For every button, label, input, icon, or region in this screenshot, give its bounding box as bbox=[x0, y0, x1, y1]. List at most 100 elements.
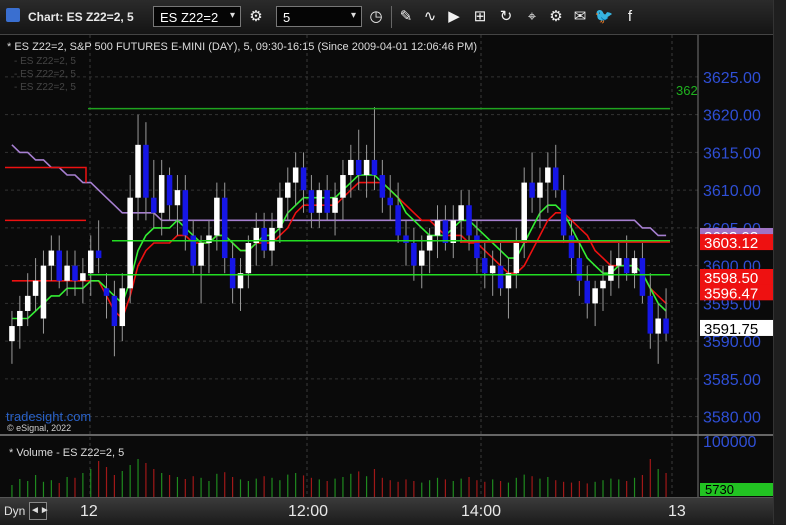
title-bar: Chart: ES Z22=2, 5 ES Z22=2 ▾ ⚙ 5 ▾ ◷ ✎ … bbox=[0, 0, 786, 35]
candle-body bbox=[497, 265, 504, 289]
comment-icon[interactable]: ✉ bbox=[570, 7, 590, 27]
candle-body bbox=[206, 235, 212, 243]
candle-body bbox=[537, 182, 543, 198]
volume-last-value: 5730 bbox=[705, 482, 734, 497]
draw-tool-icon[interactable]: ⌖ bbox=[522, 7, 542, 27]
time-axis: Dyn ◄► 12 12:00 14:00 13 bbox=[0, 497, 786, 525]
vertical-scrollbar[interactable] bbox=[773, 0, 786, 524]
candle-body bbox=[182, 190, 189, 236]
twitter-icon[interactable]: 🐦 bbox=[594, 7, 614, 27]
candle-body bbox=[608, 265, 614, 281]
toolbar-divider bbox=[391, 6, 392, 28]
faded-study-2: - ES Z22=2, 5 bbox=[14, 69, 76, 80]
y-tick-label: 3610.00 bbox=[703, 183, 761, 200]
price-tag-label: 3591.75 bbox=[704, 321, 758, 338]
candle-body bbox=[584, 280, 591, 304]
candle-body bbox=[158, 175, 165, 213]
candle-body bbox=[521, 182, 527, 243]
candle-body bbox=[639, 258, 646, 296]
link-gear-icon[interactable]: ⚙ bbox=[246, 7, 266, 27]
y-tick-label: 3620.00 bbox=[703, 108, 761, 125]
candle-body bbox=[48, 250, 55, 266]
candle-body bbox=[371, 159, 378, 176]
candle-body bbox=[300, 167, 307, 191]
interval-input[interactable]: 5 ▾ bbox=[276, 6, 362, 27]
candle-body bbox=[324, 190, 330, 213]
study-icon[interactable]: ⊞ bbox=[470, 7, 490, 27]
settings-icon[interactable]: ⚙ bbox=[546, 7, 566, 27]
candle-body bbox=[72, 265, 78, 281]
clock-icon[interactable]: ◷ bbox=[366, 7, 386, 27]
candle-body bbox=[221, 197, 228, 259]
candle-body bbox=[261, 227, 267, 251]
price-chart[interactable]: 3625.003620.003615.003610.003605.003600.… bbox=[0, 35, 786, 497]
symbol-input[interactable]: ES Z22=2 ▾ bbox=[153, 6, 241, 27]
interval-value: 5 bbox=[283, 10, 291, 25]
play-icon[interactable]: ▶ bbox=[444, 7, 464, 27]
window-title: Chart: ES Z22=2, 5 bbox=[28, 10, 134, 24]
time-label: 14:00 bbox=[461, 503, 502, 520]
faded-study-1: - ES Z22=2, 5 bbox=[14, 56, 76, 67]
line-chart-icon[interactable]: ∿ bbox=[420, 7, 440, 27]
candle-body bbox=[474, 235, 480, 259]
candle-body bbox=[111, 295, 118, 327]
time-label: 12:00 bbox=[288, 503, 329, 520]
chart-header: * ES Z22=2, S&P 500 FUTURES E-MINI (DAY)… bbox=[7, 41, 477, 53]
price-tag-label: 3596.47 bbox=[704, 285, 758, 302]
volume-axis-label: 100000 bbox=[703, 434, 756, 451]
candle-body bbox=[355, 159, 362, 176]
copyright: © eSignal, 2022 bbox=[7, 423, 71, 433]
chart-app-icon bbox=[6, 8, 20, 22]
refresh-icon[interactable]: ↻ bbox=[496, 7, 516, 27]
faded-study-3: - ES Z22=2, 5 bbox=[14, 82, 76, 93]
candle-body bbox=[64, 265, 70, 281]
dyn-toggle-button[interactable]: ◄► bbox=[29, 502, 50, 520]
candle-body bbox=[600, 280, 606, 289]
candle-body bbox=[434, 220, 441, 236]
candle-body bbox=[631, 258, 638, 274]
candle-body bbox=[505, 273, 512, 289]
candle-body bbox=[151, 197, 157, 213]
candle-body bbox=[80, 273, 86, 281]
price-tags: 3603.933603.123598.503596.473591.75 bbox=[700, 227, 782, 338]
candle-body bbox=[316, 190, 323, 213]
candle-body bbox=[663, 318, 669, 334]
candle-body bbox=[340, 175, 346, 198]
y-tick-label: 3585.00 bbox=[703, 372, 761, 389]
watermark: tradesight.com bbox=[6, 409, 91, 424]
candle-body bbox=[426, 235, 433, 251]
candle-body bbox=[292, 167, 299, 183]
candle-body bbox=[198, 243, 204, 266]
price-tag-label: 3603.12 bbox=[704, 235, 758, 252]
symbol-value: ES Z22=2 bbox=[160, 10, 219, 25]
candle-body bbox=[40, 265, 47, 319]
candle-body bbox=[9, 326, 15, 342]
volume-header: * Volume - ES Z22=2, 5 bbox=[9, 447, 124, 459]
candle-body bbox=[56, 250, 62, 281]
candle-body bbox=[560, 190, 567, 236]
candle-body bbox=[655, 318, 661, 334]
symbol-dropdown-icon[interactable]: ▾ bbox=[230, 10, 235, 21]
time-label: 12 bbox=[80, 503, 98, 520]
pencil-icon[interactable]: ✎ bbox=[396, 7, 416, 27]
candle-body bbox=[143, 144, 149, 198]
interval-dropdown-icon[interactable]: ▾ bbox=[351, 10, 356, 21]
candle-body bbox=[568, 235, 575, 259]
candle-body bbox=[395, 205, 401, 236]
candle-body bbox=[513, 243, 520, 274]
candle-body bbox=[308, 190, 315, 213]
y-tick-label: 3615.00 bbox=[703, 145, 761, 162]
candle-body bbox=[348, 159, 354, 176]
candle-body bbox=[450, 220, 457, 243]
candle-body bbox=[545, 167, 551, 183]
facebook-icon[interactable]: f bbox=[620, 7, 640, 27]
candle-body bbox=[95, 250, 102, 259]
candle-body bbox=[237, 273, 244, 289]
candle-body bbox=[269, 227, 275, 251]
candle-body bbox=[214, 197, 220, 236]
candle-body bbox=[442, 220, 449, 243]
candle-body bbox=[529, 182, 535, 198]
candle-body bbox=[17, 310, 23, 327]
candle-body bbox=[103, 288, 110, 296]
candle-body bbox=[403, 235, 409, 243]
